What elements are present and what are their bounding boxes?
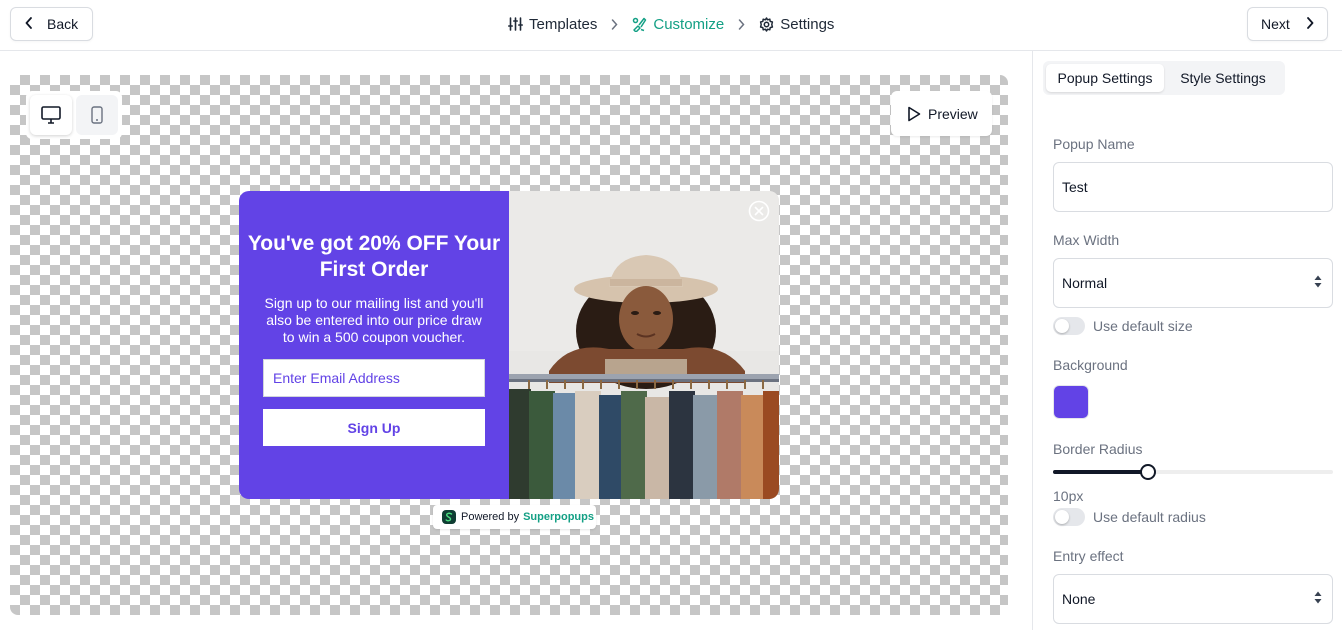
chevron-right-icon [1306,16,1314,32]
popup-title: You've got 20% OFF Your First Order [247,232,501,281]
tab-popup-settings[interactable]: Popup Settings [1046,64,1164,92]
popup-name-value: Test [1062,179,1088,195]
select-arrows-icon [1314,591,1322,608]
select-arrows-icon [1314,275,1322,292]
popup-content: You've got 20% OFF Your First Order Sign… [239,191,509,499]
wizard-steps: Templates Customize Settings [508,0,834,48]
mobile-view-button[interactable] [76,95,118,135]
gear-icon [760,16,774,32]
brush-icon [633,17,647,32]
step-customize[interactable]: Customize [632,16,724,33]
popup-name-label: Popup Name [1053,136,1135,152]
entry-effect-select[interactable]: None [1053,574,1333,624]
use-default-size-label: Use default size [1093,318,1193,334]
popup-name-field[interactable]: Test [1053,162,1333,212]
entry-effect-value: None [1062,591,1096,607]
background-color-swatch[interactable] [1053,385,1089,419]
slider-fill [1053,470,1148,474]
chevron-left-icon [25,16,33,32]
max-width-value: Normal [1062,275,1108,291]
step-templates-label: Templates [529,15,598,33]
settings-panel: Popup Settings Style Settings Popup Name… [1032,51,1342,630]
play-icon [908,106,921,121]
back-button-label: Back [47,16,79,32]
model-photo [509,191,779,499]
close-icon [748,200,770,222]
max-width-select[interactable]: Normal [1053,258,1333,308]
next-button[interactable]: Next [1247,7,1328,41]
device-toggle [26,91,122,139]
back-button[interactable]: Back [10,7,93,41]
step-settings[interactable]: Settings [759,16,834,33]
preview-button[interactable]: Preview [891,91,992,136]
powered-by-prefix: Powered by [461,511,520,523]
preview-label: Preview [928,105,978,122]
use-default-radius-toggle[interactable] [1053,508,1085,526]
email-field[interactable] [263,359,485,397]
popup-image [509,191,779,499]
popup-close-button[interactable] [748,200,770,222]
use-default-radius-row: Use default radius [1053,508,1206,526]
signup-button[interactable]: Sign Up [263,409,485,446]
desktop-view-button[interactable] [30,95,72,135]
entry-effect-label: Entry effect [1053,548,1124,564]
chevron-right-icon [738,18,745,30]
superpopups-logo-icon [442,510,456,524]
top-bar: Back Templates Customize Settings Next [0,0,1342,51]
preview-canvas: Preview You've got 20% OFF Your First Or… [10,75,1008,615]
powered-by-brand: Superpopups [523,511,594,523]
popup-body-text: Sign up to our mailing list and you'll a… [264,295,484,345]
step-settings-label: Settings [780,15,835,33]
step-templates[interactable]: Templates [508,16,597,33]
popup-preview[interactable]: You've got 20% OFF Your First Order Sign… [239,191,779,499]
mobile-icon [91,106,103,124]
settings-tabs: Popup Settings Style Settings [1043,61,1285,95]
border-radius-value: 10px [1053,488,1084,504]
border-radius-label: Border Radius [1053,441,1143,457]
sliders-icon [508,17,523,31]
tab-style-settings[interactable]: Style Settings [1164,64,1282,92]
next-button-label: Next [1261,16,1290,32]
desktop-icon [41,106,61,124]
use-default-radius-label: Use default radius [1093,509,1206,525]
slider-thumb[interactable] [1140,464,1156,480]
border-radius-slider[interactable] [1053,464,1333,480]
max-width-label: Max Width [1053,232,1120,248]
background-label: Background [1053,357,1128,373]
use-default-size-toggle[interactable] [1053,317,1085,335]
powered-by-badge[interactable]: Powered by Superpopups [433,505,596,529]
use-default-size-row: Use default size [1053,317,1193,335]
chevron-right-icon [611,18,618,30]
step-customize-label: Customize [653,15,725,33]
